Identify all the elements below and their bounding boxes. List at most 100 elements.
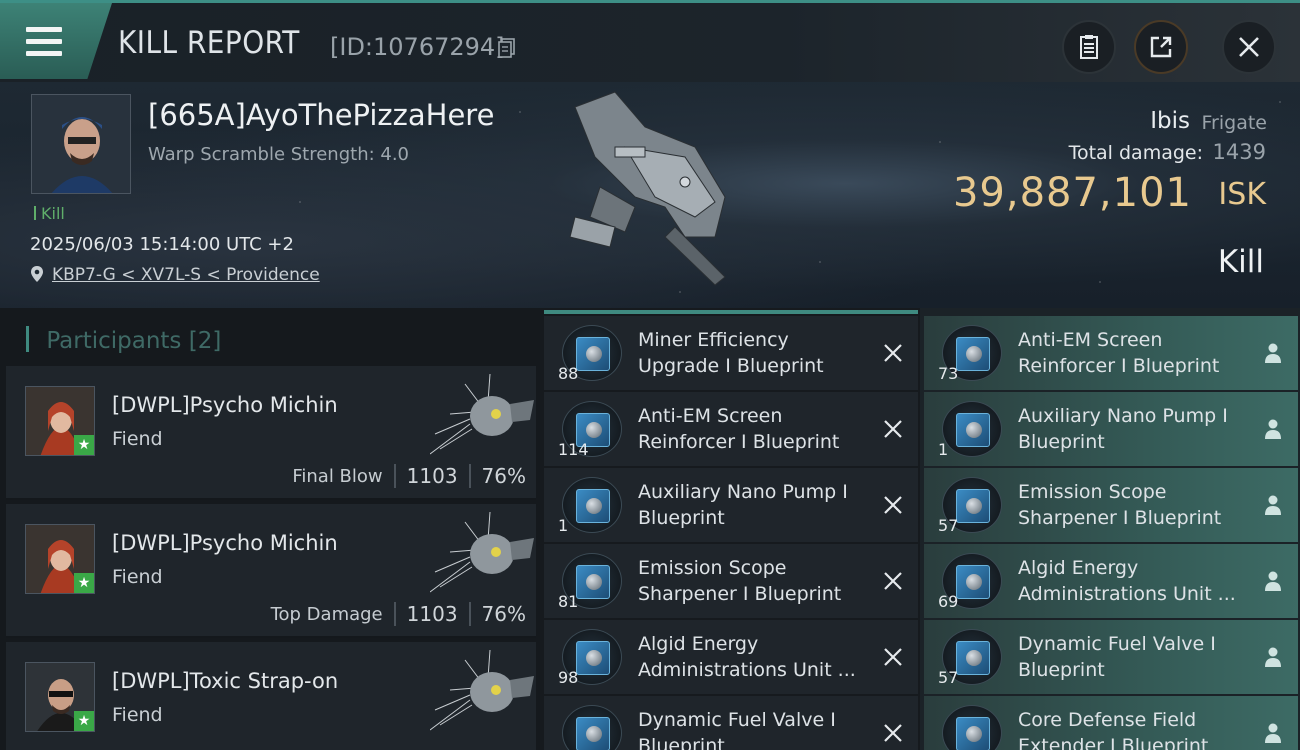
share-button[interactable] (1134, 20, 1188, 74)
star-icon: ★ (74, 435, 94, 455)
participant-avatar: ★ (25, 662, 95, 732)
item-name-line2: Reinforcer I Blueprint (1018, 355, 1220, 377)
victim-portrait[interactable] (31, 94, 131, 194)
item-quantity: 73 (938, 364, 959, 383)
location-pin-icon (31, 266, 43, 282)
participant-name[interactable]: [DWPL]Toxic Strap-on (112, 669, 338, 693)
item-name-line2: Blueprint (638, 507, 725, 529)
item-row[interactable]: 57 Dynamic Fuel Valve I Blueprint (924, 620, 1298, 694)
item-icon (942, 401, 1002, 457)
copy-icon[interactable] (498, 38, 516, 58)
item-icon (562, 705, 622, 750)
item-row[interactable]: 73 Anti-EM Screen Reinforcer I Blueprint (924, 316, 1298, 390)
participant-percent: 76% (481, 602, 526, 626)
item-name-line2: Sharpener I Blueprint (638, 583, 842, 605)
item-row[interactable]: 1 Auxiliary Nano Pump I Blueprint (924, 392, 1298, 466)
item-name-line2: Upgrade I Blueprint (638, 355, 824, 377)
x-icon[interactable] (882, 418, 904, 440)
item-row[interactable]: 114 Anti-EM Screen Reinforcer I Blueprint (544, 392, 918, 466)
participant-stats: Final Blow 1103 76% (292, 464, 526, 488)
total-damage-label: Total damage: (1068, 142, 1203, 164)
participant-name[interactable]: [DWPL]Psycho Michin (112, 531, 338, 555)
location-link[interactable]: KBP7-G < XV7L-S < Providence (52, 265, 320, 285)
item-row[interactable]: 81 Emission Scope Sharpener I Blueprint (544, 544, 918, 618)
item-row[interactable]: 69 Algid Energy Administrations Unit ... (924, 544, 1298, 618)
item-row[interactable]: 1 Auxiliary Nano Pump I Blueprint (544, 468, 918, 542)
victim-ship-name[interactable]: Ibis (1150, 108, 1190, 134)
item-quantity: 114 (558, 440, 589, 459)
item-name-line1: Anti-EM Screen (638, 405, 783, 427)
person-icon[interactable] (1262, 722, 1284, 744)
x-icon[interactable] (882, 722, 904, 744)
participant-row[interactable]: ★ [DWPL]Psycho Michin Fiend Top Damage 1… (6, 504, 536, 638)
x-icon[interactable] (882, 342, 904, 364)
share-icon (1150, 36, 1172, 58)
x-icon[interactable] (882, 494, 904, 516)
participant-ship-image (430, 512, 534, 593)
item-quantity: 69 (938, 592, 959, 611)
item-row[interactable]: 88 Miner Efficiency Upgrade I Blueprint (544, 316, 918, 390)
participants-header: Participants [2] (26, 326, 221, 354)
item-row[interactable]: 98 Algid Energy Administrations Unit ... (544, 620, 918, 694)
item-name-line2: Blueprint (1018, 659, 1105, 681)
result-label: Kill (1217, 244, 1264, 280)
item-name: Dynamic Fuel Valve I Blueprint (1018, 631, 1258, 683)
person-icon[interactable] (1262, 342, 1284, 364)
warp-scramble-strength: Warp Scramble Strength: 4.0 (148, 144, 410, 165)
pilot-avatar-icon (32, 95, 130, 193)
participant-stats: Top Damage 1103 76% (271, 602, 526, 626)
item-name-line1: Auxiliary Nano Pump I (1018, 405, 1228, 427)
person-icon[interactable] (1262, 570, 1284, 592)
person-icon[interactable] (1262, 418, 1284, 440)
top-bar: KILL REPORT [ID:10767294] (0, 0, 1300, 82)
x-icon[interactable] (882, 570, 904, 592)
participants-title: Participants (46, 328, 182, 354)
item-icon (562, 477, 622, 533)
item-name-line2: Reinforcer I Blueprint (638, 431, 840, 453)
item-name-line2: Extender I Blueprint (1018, 735, 1209, 750)
item-name-line2: Sharpener I Blueprint (1018, 507, 1222, 529)
close-icon (1239, 37, 1259, 57)
isk-value: 39,887,101 (952, 170, 1192, 216)
item-name: Core Defense Field Extender I Blueprint (1018, 707, 1258, 750)
item-row[interactable]: 57 Emission Scope Sharpener I Blueprint (924, 468, 1298, 542)
item-quantity: 81 (558, 592, 579, 611)
destroyed-items-list: 73 Anti-EM Screen Reinforcer I Blueprint 1 A… (920, 308, 1300, 750)
item-name-line1: Dynamic Fuel Valve I (638, 709, 836, 731)
clipboard-button[interactable] (1062, 20, 1116, 74)
hamburger-icon (26, 27, 62, 57)
item-name: Algid Energy Administrations Unit ... (638, 631, 878, 683)
item-name: Auxiliary Nano Pump I Blueprint (1018, 403, 1258, 455)
participant-row[interactable]: ★ [DWPL]Psycho Michin Fiend Final Blow 1… (6, 366, 536, 500)
victim-summary: [665A]AyoThePizzaHere Warp Scramble Stre… (0, 82, 1300, 308)
list-accent-bar (544, 310, 918, 314)
item-name-line1: Auxiliary Nano Pump I (638, 481, 848, 503)
participant-avatar: ★ (25, 386, 95, 456)
item-name: Auxiliary Nano Pump I Blueprint (638, 479, 878, 531)
participant-avatar: ★ (25, 524, 95, 594)
item-name-line2: Blueprint (1018, 431, 1105, 453)
kill-timestamp: 2025/06/03 15:14:00 UTC +2 (30, 234, 294, 255)
person-icon[interactable] (1262, 646, 1284, 668)
isk-unit: ISK (1218, 177, 1266, 212)
participant-damage: 1103 (406, 464, 458, 488)
item-name-line2: Blueprint (638, 735, 725, 750)
item-name-line1: Miner Efficiency (638, 329, 789, 351)
person-icon[interactable] (1262, 494, 1284, 516)
kill-location[interactable]: KBP7-G < XV7L-S < Providence (30, 265, 320, 285)
participant-ship: Fiend (112, 428, 163, 450)
item-row[interactable]: Core Defense Field Extender I Blueprint (924, 696, 1298, 750)
menu-button[interactable] (0, 3, 112, 79)
participant-stat-label: Final Blow (292, 465, 383, 487)
participant-row[interactable]: ★ [DWPL]Toxic Strap-on Fiend (6, 642, 536, 750)
participant-stat-label: Top Damage (270, 603, 383, 625)
item-row[interactable]: Dynamic Fuel Valve I Blueprint (544, 696, 918, 750)
x-icon[interactable] (882, 646, 904, 668)
item-quantity: 98 (558, 668, 579, 687)
item-name: Anti-EM Screen Reinforcer I Blueprint (1018, 327, 1258, 379)
participants-panel: Participants [2] ★ [DWPL]Psycho Michin F… (0, 308, 540, 750)
participant-name[interactable]: [DWPL]Psycho Michin (112, 393, 338, 417)
close-button[interactable] (1222, 20, 1276, 74)
item-name-line2: Administrations Unit ... (1018, 583, 1236, 605)
victim-pilot-name[interactable]: [665A]AyoThePizzaHere (148, 98, 494, 132)
